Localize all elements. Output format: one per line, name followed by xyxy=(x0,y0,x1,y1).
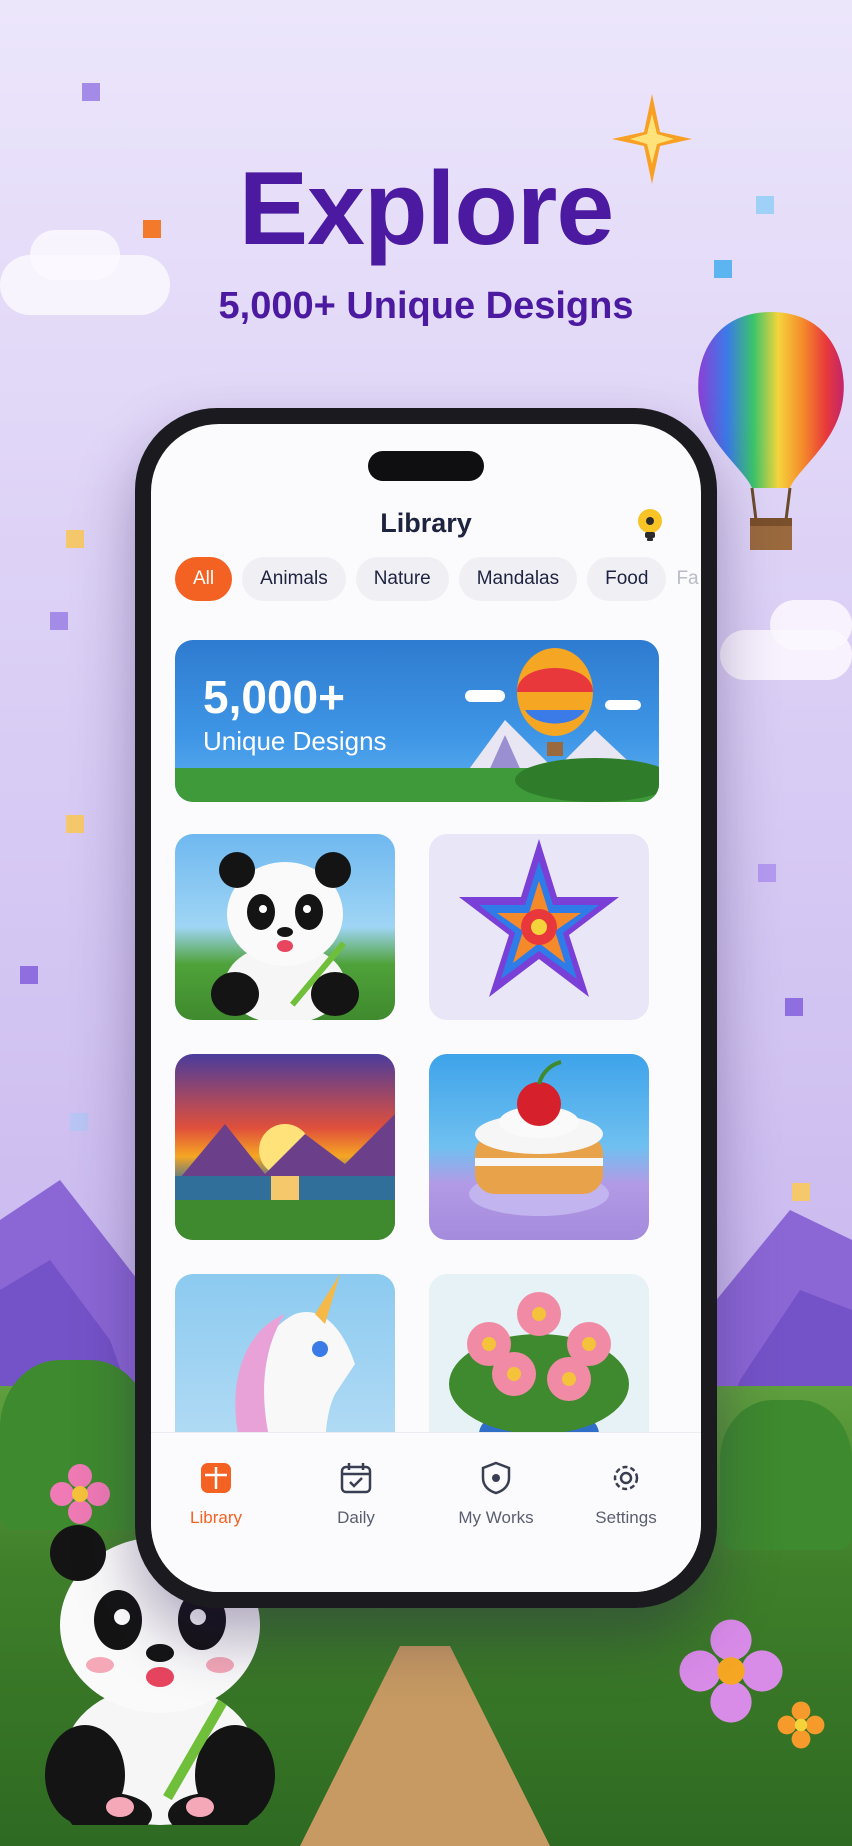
hero-subtitle: 5,000+ Unique Designs xyxy=(218,285,634,327)
artwork-tile-sunset[interactable] xyxy=(175,1054,395,1240)
tab-daily[interactable]: Daily xyxy=(291,1461,421,1528)
pixel-decoration xyxy=(66,815,84,833)
artwork-tile-panda[interactable] xyxy=(175,834,395,1020)
artwork-tile-mandala[interactable] xyxy=(429,834,649,1020)
panda-artwork xyxy=(211,852,359,1020)
chip-food[interactable]: Food xyxy=(587,557,667,601)
tab-label: Library xyxy=(190,1508,242,1527)
lightbulb-icon[interactable] xyxy=(635,508,665,542)
tree-decoration xyxy=(720,1400,852,1550)
flower-icon xyxy=(50,1464,110,1524)
chip-mandalas[interactable]: Mandalas xyxy=(458,557,578,601)
flower-icon xyxy=(679,1619,783,1723)
gear-icon xyxy=(613,1465,639,1491)
sunset-artwork xyxy=(175,1114,395,1240)
bottom-tab-bar: Library Daily My Works Settings xyxy=(151,1432,701,1592)
tab-my-works[interactable]: My Works xyxy=(431,1461,561,1528)
library-icon xyxy=(201,1463,231,1493)
pixel-decoration xyxy=(20,966,38,984)
tab-library[interactable]: Library xyxy=(151,1461,281,1528)
pixel-decoration xyxy=(70,1113,88,1131)
page-title: Library xyxy=(380,508,472,538)
promo-screen: Explore 5,000+ Unique Designs Library Al… xyxy=(0,0,852,1846)
promo-banner[interactable]: 5,000+ Unique Designs xyxy=(175,640,659,802)
chip-nature[interactable]: Nature xyxy=(355,557,449,601)
artwork-tile-cake[interactable] xyxy=(429,1054,649,1240)
pixel-decoration xyxy=(82,83,100,101)
banner-caption: Unique Designs xyxy=(203,726,387,756)
tab-label: My Works xyxy=(458,1508,534,1527)
dynamic-island xyxy=(368,451,484,481)
shield-icon xyxy=(481,1461,511,1495)
flower-icon xyxy=(777,1701,825,1749)
banner-count: 5,000+ xyxy=(203,671,345,723)
tab-label: Settings xyxy=(595,1508,657,1527)
app-screen: Library All Animals Nature Mandalas Food Fa xyxy=(151,424,701,1592)
pixel-decoration xyxy=(758,864,776,882)
hero-title: Explore xyxy=(238,151,614,267)
chip-animals[interactable]: Animals xyxy=(242,557,346,601)
tab-label: Daily xyxy=(337,1508,375,1527)
phone-mockup: Library All Animals Nature Mandalas Food Fa xyxy=(135,408,717,1608)
cake-artwork xyxy=(469,1060,609,1216)
pixel-decoration xyxy=(50,612,68,630)
pixel-decoration xyxy=(66,530,84,548)
category-chips: All Animals Nature Mandalas Food Fa xyxy=(175,557,701,601)
chip-partial[interactable]: Fa xyxy=(676,557,701,601)
chip-all[interactable]: All xyxy=(175,557,233,601)
calendar-icon xyxy=(340,1463,372,1494)
pixel-decoration xyxy=(785,998,803,1016)
tab-settings[interactable]: Settings xyxy=(561,1461,691,1528)
mandala-artwork xyxy=(459,839,619,997)
cloud-decoration xyxy=(770,600,852,650)
